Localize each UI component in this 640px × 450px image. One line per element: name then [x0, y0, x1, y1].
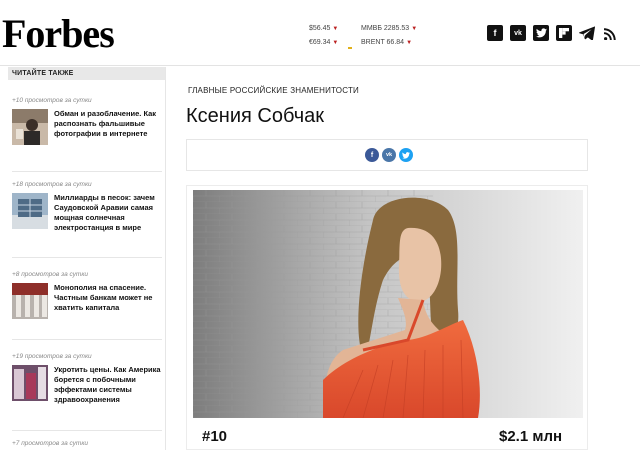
views-count: +8 просмотров за сутки — [12, 271, 89, 278]
profile-card — [186, 185, 588, 450]
chevron-down-icon: ▼ — [411, 26, 418, 32]
sidebar-heading: ЧИТАЙТЕ ТАКЖЕ — [8, 67, 165, 80]
usd-rate[interactable]: $56.45 ▼ — [309, 22, 338, 36]
share-bar: f vk — [186, 139, 588, 171]
article-thumbnail[interactable] — [12, 365, 48, 401]
sidebar-article[interactable]: +7 просмотров за сутки — [12, 440, 162, 450]
vk-share-icon[interactable]: vk — [382, 148, 396, 162]
accent-mark — [348, 47, 352, 49]
views-count: +18 просмотров за сутки — [12, 181, 92, 188]
chevron-down-icon: ▼ — [406, 40, 413, 46]
read-also-sidebar: ЧИТАЙТЕ ТАКЖЕ +10 просмотров за сутки Об… — [8, 67, 166, 450]
forbes-logo[interactable]: Forbes — [2, 10, 115, 58]
twitter-icon[interactable] — [533, 25, 549, 41]
divider — [12, 171, 162, 172]
article-thumbnail[interactable] — [12, 109, 48, 145]
sidebar-article[interactable]: +19 просмотров за сутки Укротить цены. К… — [12, 353, 162, 405]
brent-index[interactable]: BRENT 66.84 ▼ — [361, 36, 417, 50]
facebook-icon[interactable]: f — [487, 25, 503, 41]
sidebar-article[interactable]: +18 просмотров за сутки Миллиарды в песо… — [12, 181, 162, 233]
rank-number: #10 — [202, 428, 228, 445]
telegram-icon[interactable] — [579, 25, 595, 41]
site-header: Forbes $56.45 ▼ €69.34 ▼ ММВБ 2285.53 ▼ … — [0, 0, 640, 66]
market-indices: ММВБ 2285.53 ▼ BRENT 66.84 ▼ — [361, 22, 417, 50]
divider — [12, 257, 162, 258]
article-title[interactable]: Миллиарды в песок: зачем Саудовской Арав… — [54, 193, 162, 233]
social-links: f vk — [487, 25, 618, 41]
list-category[interactable]: ГЛАВНЫЕ РОССИЙСКИЕ ЗНАМЕНИТОСТИ — [188, 86, 359, 95]
eur-rate[interactable]: €69.34 ▼ — [309, 36, 338, 50]
rss-icon[interactable] — [602, 25, 618, 41]
views-count: +19 просмотров за сутки — [12, 353, 92, 360]
article-title[interactable]: Обман и разоблачение. Как распознать фал… — [54, 109, 162, 145]
article-thumbnail[interactable] — [12, 193, 48, 229]
divider — [12, 430, 162, 431]
facebook-share-icon[interactable]: f — [365, 148, 379, 162]
views-count: +10 просмотров за сутки — [12, 97, 92, 104]
profile-photo — [193, 190, 583, 418]
article-title[interactable]: Укротить цены. Как Америка борется с поб… — [54, 365, 162, 405]
eur-rate-label: €69.34 — [309, 39, 331, 46]
flipboard-icon[interactable] — [556, 25, 572, 41]
views-count: +7 просмотров за сутки — [12, 440, 89, 447]
chevron-down-icon: ▼ — [332, 26, 339, 32]
currency-rates: $56.45 ▼ €69.34 ▼ — [309, 22, 338, 50]
article-title[interactable]: Монополия на спасение. Частным банкам мо… — [54, 283, 162, 319]
article-thumbnail[interactable] — [12, 283, 48, 319]
micex-label: ММВБ 2285.53 — [361, 25, 410, 32]
page-title: Ксения Собчак — [186, 105, 325, 127]
divider — [12, 339, 162, 340]
twitter-share-icon[interactable] — [399, 148, 413, 162]
net-worth: $2.1 млн — [499, 428, 563, 445]
sidebar-article[interactable]: +8 просмотров за сутки Монополия на спас… — [12, 271, 162, 319]
vk-icon[interactable]: vk — [510, 25, 526, 41]
usd-rate-label: $56.45 — [309, 25, 331, 32]
micex-index[interactable]: ММВБ 2285.53 ▼ — [361, 22, 417, 36]
brent-label: BRENT 66.84 — [361, 39, 405, 46]
chevron-down-icon: ▼ — [332, 40, 339, 46]
sidebar-article[interactable]: +10 просмотров за сутки Обман и разоблач… — [12, 97, 162, 145]
